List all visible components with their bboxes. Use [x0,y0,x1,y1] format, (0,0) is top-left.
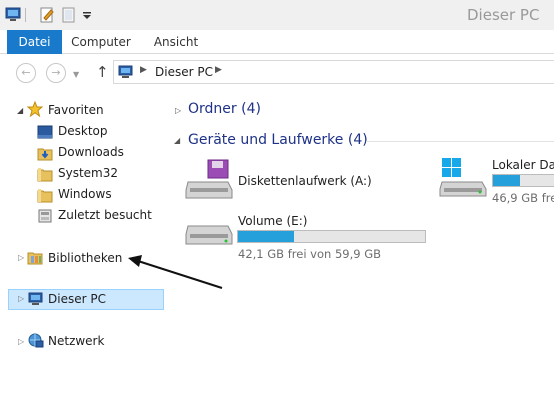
navigation-pane: ◢ Favoriten Desktop Downloads System32 W… [0,92,166,399]
drive-usage-fill [238,231,295,242]
collapsed-icon[interactable]: ▷ [18,253,24,262]
customize-toolbar-icon[interactable] [82,12,92,20]
separator [25,8,26,22]
folder-icon [37,189,53,203]
drive-name: Diskettenlaufwerk (A:) [238,174,372,188]
nav-netzwerk[interactable]: Netzwerk [48,334,104,348]
ribbon-tabs: Datei Computer Ansicht [0,30,554,54]
drive-item[interactable]: Lokaler Date 46,9 GB frei [438,156,554,206]
nav-bibliotheken[interactable]: Bibliotheken [48,251,122,265]
drive-name: Lokaler Date [492,158,554,172]
chevron-right-icon[interactable]: ▶ [215,65,222,75]
properties-icon[interactable] [39,6,55,24]
breadcrumb-dieser-pc[interactable]: Dieser PC [155,65,213,79]
drive-usage-fill [493,175,521,186]
group-header-ordner[interactable]: Ordner (4) [188,101,261,117]
nav-desktop[interactable]: Desktop [58,124,108,138]
drive-usage-bar [492,174,554,187]
network-icon [28,333,44,348]
nav-zuletzt-besucht[interactable]: Zuletzt besucht [58,208,152,222]
tab-datei[interactable]: Datei [7,30,62,54]
nav-downloads[interactable]: Downloads [58,145,124,159]
drive-usage-bar [237,230,426,243]
floppy-drive-icon [185,159,233,199]
nav-favoriten[interactable]: Favoriten [48,103,104,117]
window-title: Dieser PC [467,6,540,24]
star-icon [27,101,43,117]
collapsed-icon[interactable]: ▷ [18,294,24,303]
content-pane: ▷ Ordner (4) ◢ Geräte und Laufwerke (4) … [166,92,554,399]
hard-drive-icon [185,225,233,245]
drive-name: Volume (E:) [238,214,308,228]
forward-button[interactable]: → [46,63,66,83]
drive-item[interactable]: Volume (E:) 42,1 GB frei von 59,9 GB [182,210,452,262]
group-divider [366,141,554,142]
drive-free-space: 42,1 GB frei von 59,9 GB [238,247,382,261]
nav-dieser-pc-label: Dieser PC [48,292,106,306]
address-bar[interactable]: ▶ Dieser PC ▶ [113,60,554,84]
folder-icon [37,168,53,182]
libraries-icon [27,252,43,265]
group-header-geraete[interactable]: Geräte und Laufwerke (4) [188,132,368,148]
desktop-icon [37,125,53,139]
chevron-right-icon[interactable]: ▶ [140,65,147,75]
up-button[interactable]: ↑ [96,63,109,81]
tab-ansicht[interactable]: Ansicht [143,30,209,54]
computer-icon [118,65,133,78]
expanded-icon[interactable]: ◢ [17,106,23,115]
expanded-icon[interactable]: ◢ [174,136,180,145]
computer-icon [28,292,43,305]
computer-icon[interactable] [5,7,23,23]
drive-item[interactable]: Diskettenlaufwerk (A:) [182,158,422,202]
title-bar: Dieser PC [0,0,554,30]
local-disk-icon [439,158,487,197]
collapsed-icon[interactable]: ▷ [18,337,24,346]
recent-places-icon [38,209,52,223]
downloads-icon [37,148,53,161]
recent-locations-icon[interactable]: ▼ [73,70,79,79]
nav-windows[interactable]: Windows [58,187,112,201]
back-button[interactable]: ← [16,63,36,83]
nav-system32[interactable]: System32 [58,166,118,180]
tab-computer[interactable]: Computer [66,30,136,54]
drive-free-space: 46,9 GB frei [492,191,554,205]
collapsed-icon[interactable]: ▷ [175,106,181,115]
new-folder-icon[interactable] [61,6,77,24]
